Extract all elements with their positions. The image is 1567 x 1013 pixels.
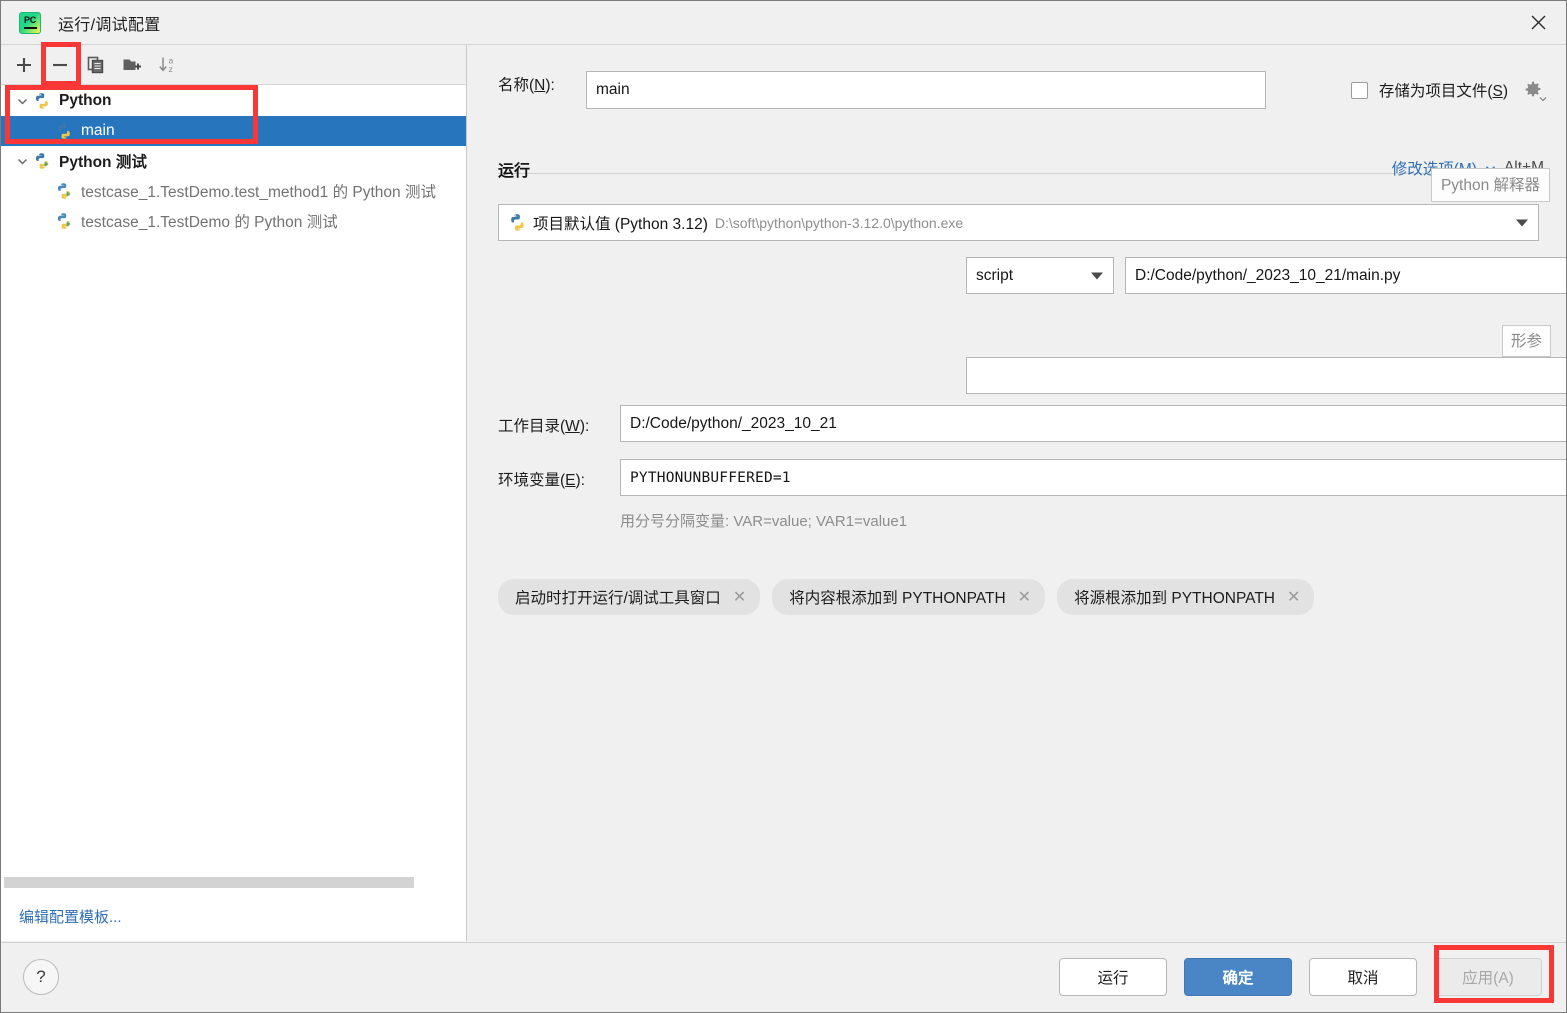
tree-item-testdemo[interactable]: testcase_1.TestDemo 的 Python 测试 [1, 206, 466, 236]
python-test-icon [33, 152, 57, 170]
workdir-input[interactable]: D:/Code/python/_2023_10_21 [620, 405, 1566, 442]
script-path-value: D:/Code/python/_2023_10_21/main.py [1135, 266, 1401, 284]
chevron-down-icon[interactable] [11, 95, 33, 108]
parameters-input[interactable] [966, 357, 1566, 394]
svg-text:z: z [169, 64, 173, 74]
env-input[interactable]: PYTHONUNBUFFERED=1 [620, 459, 1566, 496]
apply-button: 应用(A) [1434, 958, 1542, 996]
gear-icon[interactable] [1520, 77, 1547, 103]
name-input[interactable]: main [586, 71, 1266, 109]
chip-add-content-roots[interactable]: 将内容根添加到 PYTHONPATH ✕ [772, 579, 1046, 615]
configuration-editor-panel: 名称(N): main 存储为项目文件(S) 运行 修改选项(M) [468, 45, 1566, 941]
run-debug-configurations-dialog: PC 运行/调试配置 a z Python main Python 测试 tes… [0, 0, 1567, 1013]
add-configuration-button[interactable] [7, 49, 41, 81]
env-label: 环境变量(E): [498, 472, 585, 489]
title-bar: PC 运行/调试配置 [1, 1, 1566, 45]
tree-item-main[interactable]: main [1, 116, 466, 146]
help-button[interactable]: ? [23, 959, 59, 995]
ok-button[interactable]: 确定 [1184, 958, 1292, 996]
chevron-down-icon [1539, 97, 1547, 102]
cancel-button[interactable]: 取消 [1309, 958, 1417, 996]
configurations-tree[interactable]: Python main Python 测试 testcase_1.TestDem… [1, 86, 466, 871]
store-as-project-file-label: 存储为项目文件(S) [1378, 83, 1508, 100]
workdir-value: D:/Code/python/_2023_10_21 [630, 414, 837, 432]
python-icon [55, 122, 79, 140]
remove-configuration-button[interactable] [43, 49, 77, 81]
chip-label: 启动时打开运行/调试工具窗口 [515, 590, 721, 607]
dialog-footer: ? 运行 确定 取消 应用(A) [1, 942, 1566, 1012]
pycharm-icon: PC [19, 11, 41, 34]
tree-group-python-label: Python [59, 92, 112, 109]
env-value: PYTHONUNBUFFERED=1 [630, 469, 791, 486]
store-as-project-file-checkbox[interactable] [1350, 81, 1368, 99]
chip-label: 将源根添加到 PYTHONPATH [1074, 590, 1275, 607]
script-target-type-combo[interactable]: script [966, 257, 1114, 294]
chevron-down-icon[interactable] [1091, 272, 1103, 279]
python-test-icon [55, 182, 79, 200]
chip-label: 将内容根添加到 PYTHONPATH [789, 590, 1006, 607]
sidebar-horizontal-scrollbar[interactable] [1, 876, 466, 889]
folder-add-icon[interactable] [115, 49, 149, 81]
tree-item-test-method1-label: testcase_1.TestDemo.test_method1 的 Pytho… [81, 184, 436, 201]
option-chips: 启动时打开运行/调试工具窗口 ✕ 将内容根添加到 PYTHONPATH ✕ 将源… [498, 579, 1315, 615]
copy-configuration-button[interactable] [79, 49, 113, 81]
python-interpreter-tooltip: Python 解释器 [1430, 168, 1550, 202]
env-row: 环境变量(E): [498, 468, 585, 490]
close-icon[interactable]: ✕ [1018, 587, 1031, 607]
python-interpreter-path: D:\soft\python\python-3.12.0\python.exe [714, 214, 964, 231]
tree-group-python[interactable]: Python [1, 86, 466, 116]
tree-group-python-tests[interactable]: Python 测试 [1, 146, 466, 176]
scrollbar-thumb[interactable] [4, 877, 414, 888]
workdir-row: 工作目录(W): [498, 414, 589, 436]
close-icon[interactable] [1510, 1, 1566, 44]
python-test-icon [55, 212, 79, 230]
footer-buttons: 运行 确定 取消 应用(A) [1059, 958, 1542, 996]
close-icon[interactable]: ✕ [1287, 587, 1300, 607]
chevron-down-icon[interactable] [1516, 219, 1528, 226]
tree-item-main-label: main [81, 122, 115, 139]
store-as-project-file-row[interactable]: 存储为项目文件(S) [1350, 79, 1508, 101]
run-section-title: 运行 [498, 163, 531, 180]
name-row: 名称(N): [498, 73, 555, 95]
chevron-down-icon[interactable] [11, 155, 33, 168]
tree-group-python-tests-label: Python 测试 [59, 154, 147, 171]
tree-item-testdemo-label: testcase_1.TestDemo 的 Python 测试 [81, 214, 338, 231]
run-button[interactable]: 运行 [1059, 958, 1167, 996]
window-title: 运行/调试配置 [58, 16, 161, 34]
workdir-label: 工作目录(W): [498, 418, 590, 435]
chip-open-run-tool-window[interactable]: 启动时打开运行/调试工具窗口 ✕ [498, 579, 761, 615]
parameters-tooltip: 形参 [1501, 325, 1551, 357]
script-path-input[interactable]: D:/Code/python/_2023_10_21/main.py [1125, 257, 1566, 294]
name-label: 名称(N): [498, 77, 555, 94]
env-hint-text: 用分号分隔变量: VAR=value; VAR1=value1 [620, 513, 908, 530]
python-interpreter-combo[interactable]: 项目默认值 (Python 3.12) D:\soft\python\pytho… [498, 204, 1539, 241]
name-input-value: main [596, 81, 630, 98]
python-icon [508, 213, 527, 232]
python-icon [33, 92, 57, 110]
sidebar-toolbar: a z [1, 45, 466, 85]
sort-az-icon[interactable]: a z [151, 49, 185, 81]
script-target-type-value: script [976, 266, 1014, 284]
edit-configuration-templates-link[interactable]: 编辑配置模板... [19, 906, 122, 927]
tree-item-test-method1[interactable]: testcase_1.TestDemo.test_method1 的 Pytho… [1, 176, 466, 206]
chip-add-source-roots[interactable]: 将源根添加到 PYTHONPATH ✕ [1057, 579, 1315, 615]
close-icon[interactable]: ✕ [733, 587, 746, 607]
configurations-sidebar: a z Python main Python 测试 testcase_1.Tes… [1, 45, 467, 941]
section-divider [498, 173, 1538, 174]
python-interpreter-value: 项目默认值 (Python 3.12) [533, 215, 708, 233]
